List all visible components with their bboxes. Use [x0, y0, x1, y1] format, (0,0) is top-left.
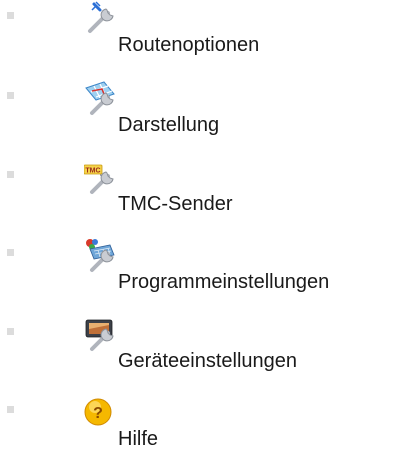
list-bullet [7, 406, 14, 413]
list-bullet [7, 249, 14, 256]
map-display-wrench-icon [84, 80, 120, 116]
help-question-icon: ? [84, 394, 120, 430]
menu-item-program-settings[interactable]: Programmeinstellungen [0, 237, 401, 307]
menu-item-device-settings[interactable]: Geräteeinstellungen [0, 316, 401, 386]
svg-text:?: ? [93, 405, 103, 422]
menu-item-label: Programmeinstellungen [118, 271, 330, 293]
list-bullet [7, 92, 14, 99]
tmc-antenna-wrench-icon: TMC [84, 159, 120, 195]
menu-item-help[interactable]: ? Hilfe [0, 394, 401, 464]
menu-item-display[interactable]: Darstellung [0, 80, 401, 150]
menu-item-route-options[interactable]: Routenoptionen [0, 0, 401, 70]
menu-item-label: Routenoptionen [118, 34, 260, 56]
menu-item-label: Hilfe [118, 428, 159, 450]
svg-text:TMC: TMC [85, 168, 100, 175]
menu-item-label: TMC-Sender [118, 193, 233, 215]
menu-item-tmc-sender[interactable]: TMC TMC-Sender [0, 159, 401, 229]
list-bullet [7, 171, 14, 178]
list-bullet [7, 328, 14, 335]
list-bullet [7, 12, 14, 19]
route-options-wrench-icon [84, 0, 120, 36]
menu-item-label: Geräteeinstellungen [118, 350, 298, 372]
device-wrench-icon [84, 316, 120, 352]
program-keyboard-wrench-icon [84, 237, 120, 273]
menu-item-label: Darstellung [118, 114, 220, 136]
settings-menu: Routenoptionen Darstellung TMC TMC-Sende… [0, 0, 401, 466]
